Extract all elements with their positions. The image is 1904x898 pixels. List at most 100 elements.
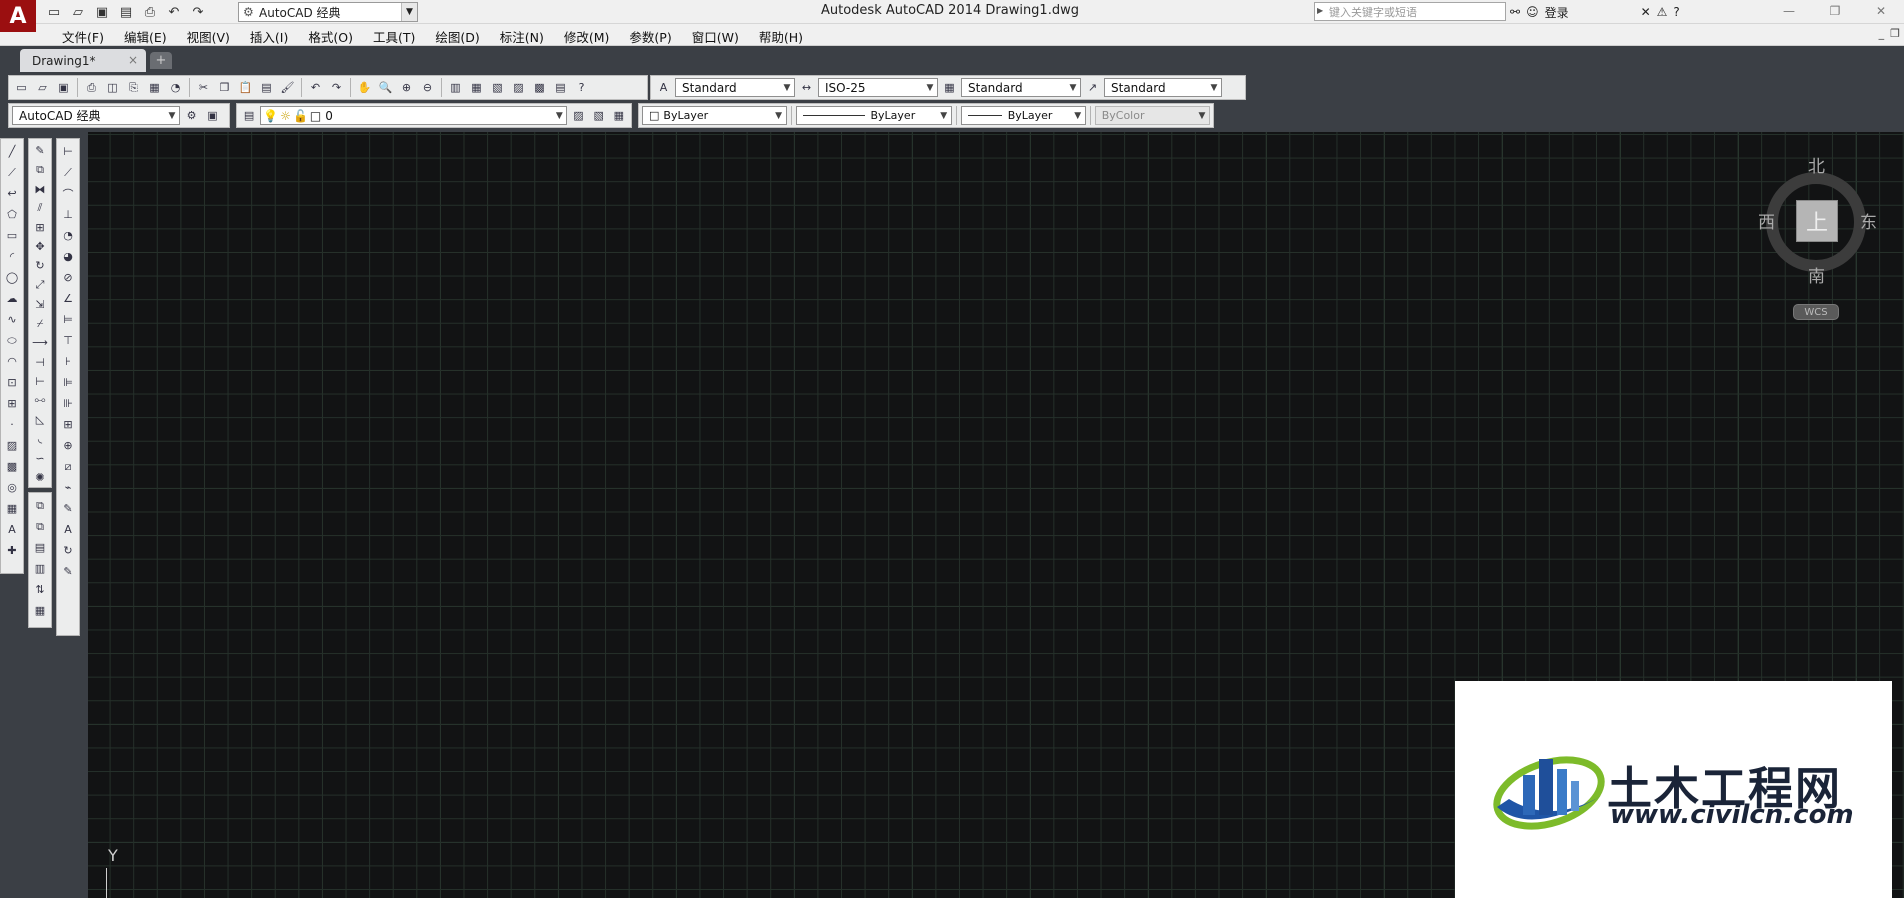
publish-icon[interactable]: ⎘ [124, 78, 143, 97]
a360-icon[interactable]: ⚠ [1657, 5, 1668, 19]
radius-icon[interactable]: ◔ [58, 225, 78, 246]
menu-dimension[interactable]: 标注(N) [490, 27, 554, 46]
match-properties-icon[interactable]: 🖌 [278, 78, 297, 97]
mleader-style-icon[interactable]: ↗ [1083, 78, 1102, 97]
quickcalc-icon[interactable]: ▤ [551, 78, 570, 97]
multiline-text-icon[interactable]: A [2, 519, 22, 540]
application-menu-button[interactable]: A [0, 0, 36, 32]
ellipse-arc-icon[interactable]: ◠ [2, 351, 22, 372]
rectangle-icon[interactable]: ▭ [2, 225, 22, 246]
linear-dimension-icon[interactable]: ⊢ [58, 141, 78, 162]
insert-block-icon[interactable]: ⊡ [2, 372, 22, 393]
design-feed-icon[interactable]: ◔ [166, 78, 185, 97]
compass-south[interactable]: 南 [1808, 262, 1825, 287]
expand-icon[interactable]: ▶ [1317, 6, 1323, 15]
aligned-dimension-icon[interactable]: ⟋ [58, 162, 78, 183]
extend-icon[interactable]: ⟶ [30, 333, 50, 352]
point-icon[interactable]: · [2, 414, 22, 435]
menu-tools[interactable]: 工具(T) [363, 27, 425, 46]
inspection-icon[interactable]: ⧄ [58, 456, 78, 477]
zoom-realtime-icon[interactable]: 🔍 [376, 78, 395, 97]
paste-block-icon[interactable]: ▤ [257, 78, 276, 97]
break-at-point-icon[interactable]: ⊣ [30, 352, 50, 371]
doc-minimize-icon[interactable]: _ [1879, 27, 1885, 40]
color-select[interactable]: □ ByLayer ▼ [642, 106, 787, 125]
plot-icon[interactable]: ⎙ [82, 78, 101, 97]
spline-icon[interactable]: ∿ [2, 309, 22, 330]
save-icon[interactable]: ▣ [54, 78, 73, 97]
menu-draw[interactable]: 绘图(D) [425, 27, 489, 46]
table-style-select[interactable]: Standard ▼ [961, 78, 1081, 97]
quick-dimension-icon[interactable]: ⊨ [58, 309, 78, 330]
mirror-icon[interactable]: ⧓ [30, 179, 50, 198]
viewcube-top-face[interactable]: 上 [1796, 200, 1838, 242]
restore-icon[interactable]: ❐ [1812, 0, 1858, 22]
dimension-text-edit-icon[interactable]: A [58, 519, 78, 540]
undo-icon[interactable]: ↶ [306, 78, 325, 97]
table-style-icon[interactable]: ▦ [940, 78, 959, 97]
scale-icon[interactable]: ⤢ [30, 276, 50, 295]
workspace-settings-icon[interactable]: ⚙ [182, 106, 201, 125]
gradient-icon[interactable]: ▩ [2, 456, 22, 477]
new-icon[interactable]: ▭ [44, 2, 64, 22]
dimension-update-icon[interactable]: ↻ [58, 540, 78, 561]
zoom-previous-icon[interactable]: ⊖ [418, 78, 437, 97]
send-under-icon[interactable]: ▥ [30, 558, 50, 579]
tab-drawing1[interactable]: Drawing1* × [20, 49, 146, 72]
workspace-switcher[interactable]: ⚙ AutoCAD 经典 ▼ [238, 2, 418, 22]
dimension-space-icon[interactable]: ⊫ [58, 372, 78, 393]
blend-curves-icon[interactable]: ∽ [30, 449, 50, 468]
jogged-icon[interactable]: ◕ [58, 246, 78, 267]
rotate-icon[interactable]: ↻ [30, 256, 50, 275]
ordinate-icon[interactable]: ⊥ [58, 204, 78, 225]
redo-icon[interactable]: ↷ [327, 78, 346, 97]
compass-east[interactable]: 东 [1860, 208, 1877, 233]
make-block-icon[interactable]: ⊞ [2, 393, 22, 414]
layer-states-icon[interactable]: ▦ [610, 106, 628, 125]
binoculars-icon[interactable]: ⚯ [1510, 5, 1520, 19]
menu-help[interactable]: 帮助(H) [749, 27, 813, 46]
menu-view[interactable]: 视图(V) [177, 27, 240, 46]
doc-restore-icon[interactable]: ❐ [1890, 27, 1900, 40]
circle-icon[interactable]: ◯ [2, 267, 22, 288]
sheet-set-icon[interactable]: ▨ [509, 78, 528, 97]
search-input[interactable]: ▶ 键入关键字或短语 [1314, 2, 1506, 21]
open-icon[interactable]: ▱ [68, 2, 88, 22]
chevron-down-icon[interactable]: ▼ [772, 107, 786, 124]
bring-to-front-icon[interactable]: ⧉ [30, 495, 50, 516]
menu-window[interactable]: 窗口(W) [682, 27, 749, 46]
offset-icon[interactable]: ⫽ [30, 199, 50, 218]
construction-line-icon[interactable]: ⟋ [2, 162, 22, 183]
menu-file[interactable]: 文件(F) [52, 27, 114, 46]
dim-style-icon[interactable]: ↔ [797, 78, 816, 97]
chevron-down-icon[interactable]: ▼ [1207, 79, 1221, 96]
hatch-icon[interactable]: ▨ [2, 435, 22, 456]
design-center-icon[interactable]: ▦ [467, 78, 486, 97]
qnew-icon[interactable]: ▭ [12, 78, 31, 97]
3d-print-icon[interactable]: ▦ [145, 78, 164, 97]
save-as-icon[interactable]: ▤ [116, 2, 136, 22]
undo-icon[interactable]: ↶ [164, 2, 184, 22]
jogged-linear-icon[interactable]: ⌁ [58, 477, 78, 498]
new-tab-button[interactable]: + [150, 52, 172, 69]
zoom-window-icon[interactable]: ⊕ [397, 78, 416, 97]
chevron-down-icon[interactable]: ▼ [923, 79, 937, 96]
unlock-icon[interactable]: 🔓 [293, 109, 308, 123]
pan-icon[interactable]: ✋ [355, 78, 374, 97]
menu-edit[interactable]: 编辑(E) [114, 27, 177, 46]
dimension-style-icon[interactable]: ✎ [58, 561, 78, 582]
layer-select[interactable]: 💡 ☼ 🔓 □ 0 ▼ [260, 106, 568, 125]
chevron-down-icon[interactable]: ▼ [552, 107, 566, 124]
text-to-front-icon[interactable]: ⇅ [30, 579, 50, 600]
layer-previous-icon[interactable]: ▧ [590, 106, 608, 125]
properties-icon[interactable]: ▥ [446, 78, 465, 97]
compass-north[interactable]: 北 [1808, 152, 1825, 177]
workspace-select[interactable]: AutoCAD 经典 ▼ [12, 106, 180, 125]
layer-manager-icon[interactable]: ▤ [240, 106, 258, 125]
paste-icon[interactable]: 📋 [236, 78, 255, 97]
table-icon[interactable]: ▦ [2, 498, 22, 519]
minimize-icon[interactable]: — [1766, 0, 1812, 22]
copy-object-icon[interactable]: ⧉ [30, 160, 50, 179]
print-icon[interactable]: ⎙ [140, 2, 160, 22]
close-icon[interactable]: ✕ [1858, 0, 1904, 22]
